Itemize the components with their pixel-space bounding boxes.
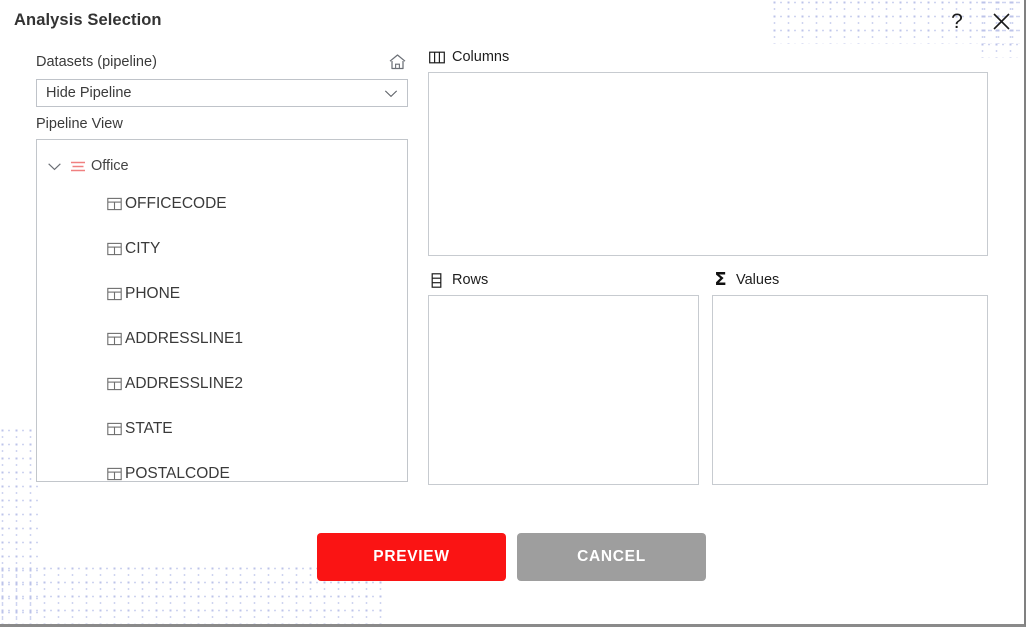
columns-label: Columns	[452, 49, 510, 65]
cancel-button[interactable]: CANCEL	[517, 533, 706, 581]
datasets-label-row: Datasets (pipeline)	[36, 52, 408, 72]
dot-pattern-decoration	[772, 0, 1022, 44]
home-button[interactable]	[386, 52, 408, 72]
datasets-label: Datasets (pipeline)	[36, 53, 157, 70]
help-button[interactable]: ?	[944, 8, 970, 34]
tree-root-office[interactable]: Office	[37, 151, 407, 181]
columns-drop-zone[interactable]	[428, 72, 988, 256]
pipeline-select[interactable]: Hide Pipeline	[36, 79, 408, 107]
tree-item[interactable]: STATE	[37, 406, 407, 451]
tree-item-label: POSTALCODE	[125, 464, 230, 482]
sigma-icon: Σ	[714, 269, 727, 290]
values-header: Σ Values	[712, 271, 779, 289]
pipeline-view-label: Pipeline View	[36, 116, 123, 132]
pipeline-lines-icon	[69, 158, 87, 174]
home-icon	[389, 54, 405, 70]
rows-icon	[428, 272, 445, 289]
chevron-down-icon	[48, 162, 61, 170]
table-column-icon	[106, 331, 122, 347]
tree-item-label: ADDRESSLINE2	[125, 374, 244, 392]
table-column-icon	[106, 241, 122, 257]
tree-root-label: Office	[91, 158, 129, 174]
rows-header: Rows	[428, 271, 488, 289]
tree-item[interactable]: CITY	[37, 226, 407, 271]
tree-item-label: CITY	[125, 239, 161, 257]
values-label: Values	[736, 272, 780, 288]
pipeline-select-value: Hide Pipeline	[46, 85, 132, 101]
tree-expand-toggle[interactable]	[47, 162, 69, 171]
tree-item-label: PHONE	[125, 284, 181, 302]
rows-drop-zone[interactable]	[428, 295, 699, 485]
columns-icon	[428, 49, 445, 66]
tree-children-list: OFFICECODE CITY PHONE ADDRESSLINE1 ADDRESSLI…	[37, 181, 407, 482]
rows-label: Rows	[452, 272, 489, 288]
page-title: Analysis Selection	[14, 11, 162, 29]
table-column-icon	[106, 196, 122, 212]
analysis-selection-dialog: Analysis Selection ? Datasets (pipeline)…	[0, 0, 1026, 627]
tree-item-label: OFFICECODE	[125, 194, 227, 212]
tree-item[interactable]: ADDRESSLINE1	[37, 316, 407, 361]
table-column-icon	[106, 421, 122, 437]
table-column-icon	[106, 286, 122, 302]
pipeline-tree[interactable]: Office OFFICECODE CITY PHONE ADDRESSLINE1 AD…	[36, 139, 408, 482]
tree-item-label: STATE	[125, 419, 173, 437]
close-button[interactable]	[988, 8, 1014, 34]
preview-button[interactable]: PREVIEW	[317, 533, 506, 581]
tree-item[interactable]: ADDRESSLINE2	[37, 361, 407, 406]
table-column-icon	[106, 466, 122, 482]
close-x-icon	[992, 12, 1010, 30]
tree-item-label: ADDRESSLINE1	[125, 329, 244, 347]
columns-header: Columns	[428, 48, 509, 66]
question-mark-icon: ?	[951, 9, 963, 33]
datasets-panel: Datasets (pipeline) Hide Pipeline Pipeli…	[36, 52, 408, 482]
dot-pattern-decoration	[0, 428, 40, 624]
table-column-icon	[106, 376, 122, 392]
tree-item[interactable]: PHONE	[37, 271, 407, 316]
chevron-down-icon	[384, 89, 398, 97]
tree-item[interactable]: OFFICECODE	[37, 181, 407, 226]
values-drop-zone[interactable]	[712, 295, 988, 485]
tree-item[interactable]: POSTALCODE	[37, 451, 407, 482]
